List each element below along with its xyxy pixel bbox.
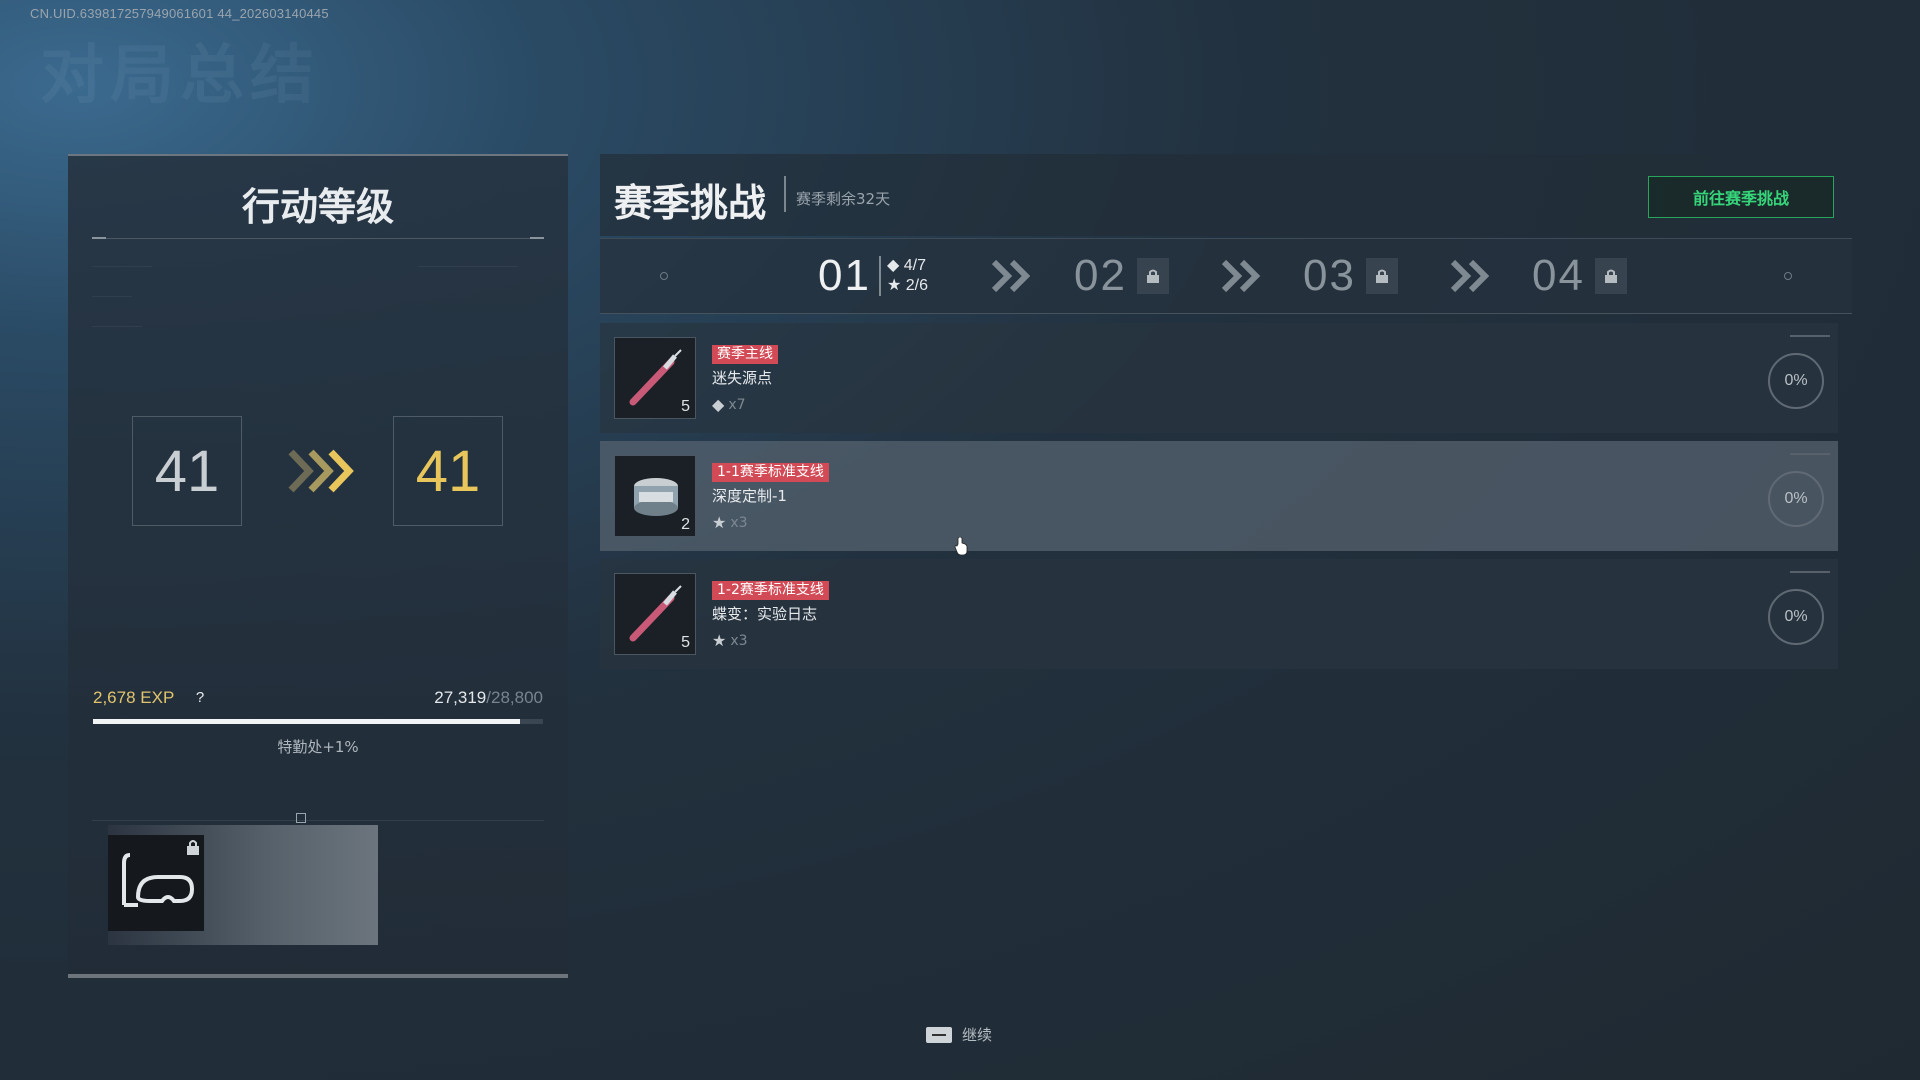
- stage-number: 03: [1303, 251, 1356, 300]
- task-reward: ◆ x7: [712, 395, 746, 414]
- corner-decor: [1790, 571, 1830, 573]
- level-arrows-icon: [288, 449, 354, 493]
- corner-decor: [1790, 335, 1830, 337]
- corner-decor: [1790, 453, 1830, 455]
- expand-icon[interactable]: [296, 813, 306, 823]
- exp-progress-bar: [93, 719, 543, 724]
- exp-current: 27,319: [434, 688, 487, 707]
- task-tag: 1-2赛季标准支线: [712, 581, 829, 600]
- item-count: 2: [681, 516, 690, 533]
- stage-04[interactable]: 04: [1532, 251, 1627, 300]
- reward-count: x3: [730, 514, 748, 531]
- stage-number: 02: [1074, 251, 1127, 300]
- diamond-icon: ◆: [886, 257, 900, 274]
- exp-gain: 2,678 EXP: [93, 688, 175, 707]
- ghost-page-title: 对局总结: [40, 39, 320, 113]
- scroll-right-dot[interactable]: [1784, 272, 1792, 280]
- task-row[interactable]: 2 1-1赛季标准支线 深度定制-1 ★ x3 0%: [600, 441, 1838, 551]
- season-remaining: 赛季剩余32天: [796, 190, 891, 208]
- item-count: 5: [681, 398, 690, 415]
- goto-season-challenge-button[interactable]: 前往赛季挑战: [1648, 176, 1834, 218]
- reward-item[interactable]: [108, 835, 204, 931]
- stage-03[interactable]: 03: [1303, 251, 1398, 300]
- level-title: 行动等级: [241, 185, 394, 229]
- stage-02[interactable]: 02: [1074, 251, 1169, 300]
- lock-icon: [187, 840, 199, 855]
- task-progress-circle: 0%: [1768, 353, 1824, 409]
- task-progress-circle: 0%: [1768, 589, 1824, 645]
- star-icon: ★: [712, 631, 727, 650]
- season-title: 赛季挑战: [614, 181, 767, 225]
- diamond-count: 4/7: [903, 257, 926, 274]
- item-count: 5: [681, 634, 690, 651]
- stage-01[interactable]: 01 ◆ 4/7 ★ 2/6: [818, 251, 928, 300]
- scroll-left-dot[interactable]: [660, 272, 668, 280]
- level-reward-area: [92, 813, 544, 951]
- decor-line: [418, 266, 518, 267]
- task-name: 蝶变：实验日志: [712, 605, 818, 623]
- level-to: 41: [393, 416, 503, 526]
- task-item-thumb: 5: [614, 337, 696, 419]
- bonus-text: 特勤处+1%: [277, 738, 359, 756]
- task-name: 深度定制-1: [712, 487, 787, 505]
- title-separator: [92, 237, 544, 239]
- task-tag: 1-1赛季标准支线: [712, 463, 829, 482]
- task-reward: ★ x3: [712, 631, 748, 650]
- help-icon[interactable]: ?: [190, 687, 210, 707]
- task-progress-circle: 0%: [1768, 471, 1824, 527]
- star-count: 2/6: [905, 277, 928, 294]
- diamond-icon: ◆: [712, 395, 725, 414]
- double-chevron-icon: [1221, 259, 1261, 293]
- exp-total: 27,319/28,800: [434, 688, 543, 708]
- reward-count: x7: [728, 396, 746, 413]
- uid-label: CN.UID.639817257949061601 44_20260314044…: [30, 6, 329, 21]
- mouse-cursor-icon: [954, 537, 968, 555]
- reward-count: x3: [730, 632, 748, 649]
- task-tag: 赛季主线: [712, 345, 778, 364]
- task-reward: ★ x3: [712, 513, 748, 532]
- lock-icon: [1136, 258, 1169, 294]
- stage-strip: 01 ◆ 4/7 ★ 2/6 02 03 04: [600, 238, 1852, 314]
- level-from: 41: [132, 416, 242, 526]
- decor-line: [92, 266, 152, 267]
- spacebar-key-icon: [926, 1026, 952, 1043]
- decor-line: [92, 326, 142, 327]
- continue-label: 继续: [962, 1026, 993, 1044]
- title-divider: [784, 176, 786, 212]
- star-icon: ★: [712, 513, 727, 532]
- task-item-thumb: 2: [614, 455, 696, 537]
- decor-line: [92, 296, 132, 297]
- task-name: 迷失源点: [712, 369, 773, 387]
- double-chevron-icon: [1450, 259, 1490, 293]
- task-row[interactable]: 5 1-2赛季标准支线 蝶变：实验日志 ★ x3 0%: [600, 559, 1838, 669]
- stage-stats: ◆ 4/7 ★ 2/6: [878, 256, 928, 296]
- exp-progress-fill: [93, 719, 520, 724]
- level-panel: 行动等级 41 41 2,678 EXP ? 27,319/28,800 特勤处…: [68, 154, 568, 978]
- lock-icon: [1365, 258, 1398, 294]
- stage-number: 01: [818, 251, 871, 300]
- lock-icon: [1594, 258, 1627, 294]
- exp-max: /28,800: [486, 688, 543, 707]
- double-chevron-icon: [991, 259, 1031, 293]
- stage-number: 04: [1532, 251, 1585, 300]
- continue-hint[interactable]: 继续: [926, 1024, 992, 1045]
- task-item-thumb: 5: [614, 573, 696, 655]
- star-icon: ★: [886, 277, 902, 294]
- task-row[interactable]: 5 赛季主线 迷失源点 ◆ x7 0%: [600, 323, 1838, 433]
- season-header: 赛季挑战 赛季剩余32天 前往赛季挑战: [600, 154, 1852, 236]
